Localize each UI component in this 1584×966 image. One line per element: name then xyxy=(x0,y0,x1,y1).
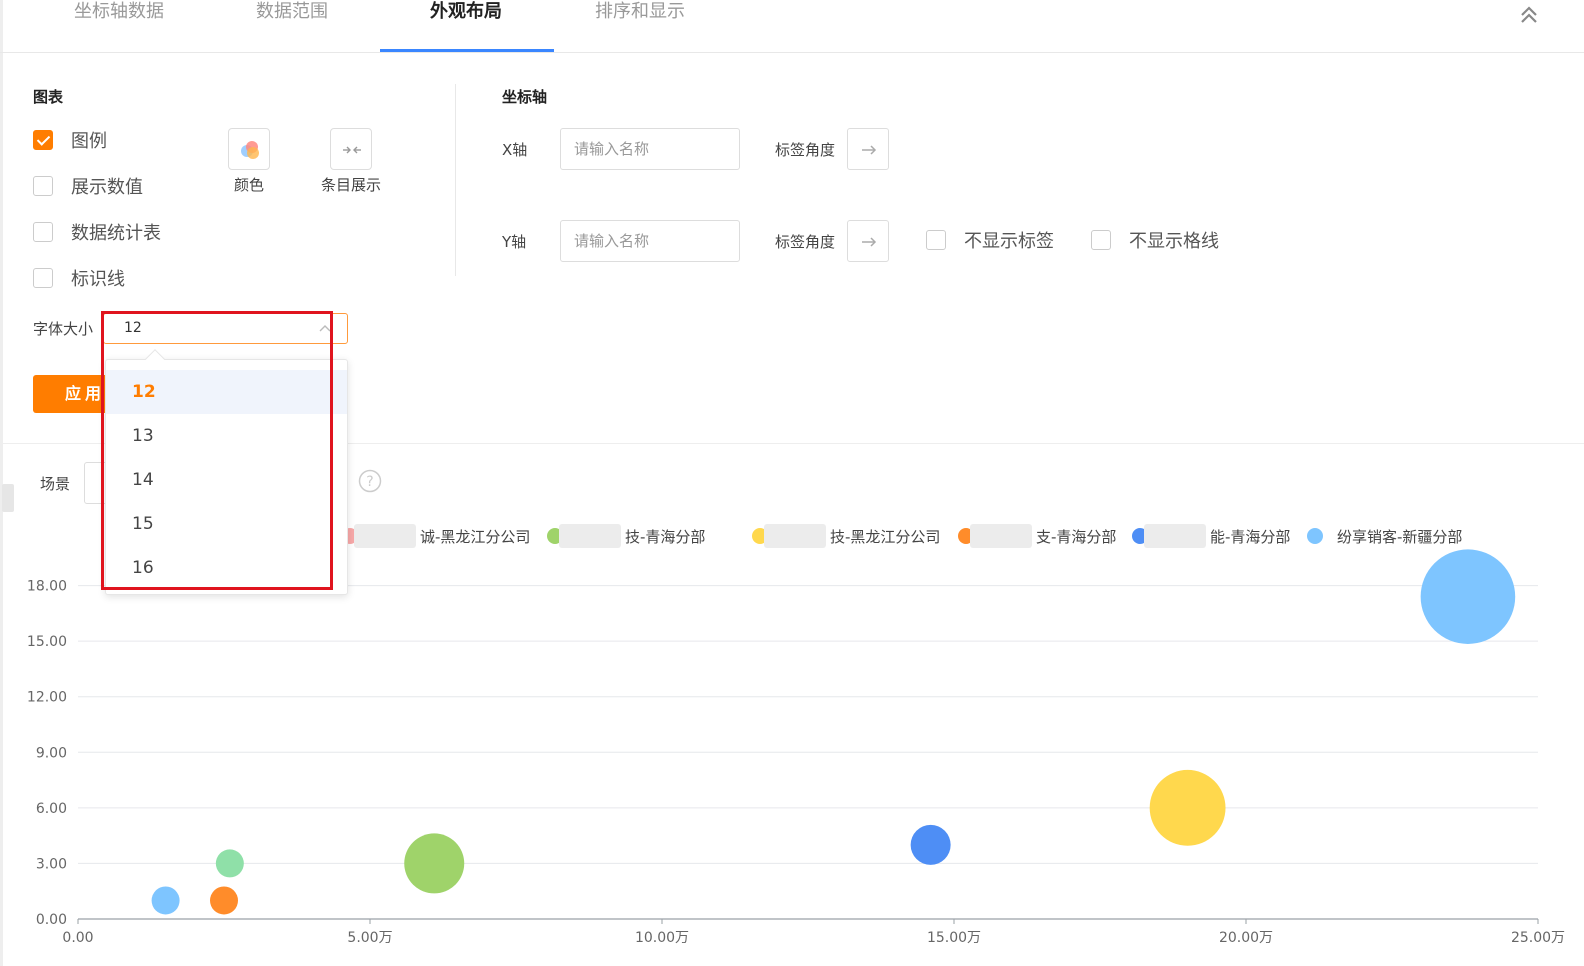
arrow-right-icon xyxy=(862,237,877,247)
hide-grid-checkbox[interactable] xyxy=(1091,230,1111,250)
bubble-point xyxy=(215,849,244,878)
bubble-point xyxy=(151,886,180,915)
section-divider xyxy=(455,84,456,276)
x-tick-label: 15.00万 xyxy=(927,930,981,946)
legend-redaction xyxy=(764,524,826,548)
y-label-angle-button[interactable] xyxy=(847,220,889,262)
legend-label: 技-黑龙江分公司 xyxy=(830,528,940,546)
y-axis-name-input[interactable]: 请输入名称 xyxy=(560,220,740,262)
legend-label: 诚-黑龙江分公司 xyxy=(420,528,530,546)
x-tick-label: 5.00万 xyxy=(347,930,392,946)
chart-section-title: 图表 xyxy=(33,88,64,106)
x-tick-label: 10.00万 xyxy=(635,930,689,946)
legend-label: 技-青海分部 xyxy=(625,528,705,546)
data-table-option[interactable]: 数据统计表 xyxy=(33,221,161,244)
font-size-label: 字体大小 xyxy=(33,320,94,338)
marker-line-label: 标识线 xyxy=(71,269,125,290)
entry-display-button[interactable] xyxy=(330,128,372,170)
hide-labels-label: 不显示标签 xyxy=(964,231,1054,252)
y-tick-label: 0.00 xyxy=(36,912,67,928)
collapse-up-icon[interactable] xyxy=(1518,4,1540,26)
tab-data-range[interactable]: 数据范围 xyxy=(252,0,332,52)
highlight-annotation-box xyxy=(101,311,333,590)
legend-label: 能-青海分部 xyxy=(1210,528,1290,546)
hide-labels-option[interactable]: 不显示标签 xyxy=(926,229,1054,252)
marker-line-checkbox[interactable] xyxy=(33,268,53,288)
hide-grid-option[interactable]: 不显示格线 xyxy=(1091,229,1219,252)
y-tick-label: 12.00 xyxy=(27,690,67,706)
bubble-point xyxy=(910,824,951,865)
legend-redaction xyxy=(970,524,1032,548)
data-table-label: 数据统计表 xyxy=(71,223,161,244)
legend-marker xyxy=(1307,528,1323,544)
y-label-angle-label: 标签角度 xyxy=(775,233,836,251)
legend-option-label: 图例 xyxy=(71,131,107,152)
tab-sort-display[interactable]: 排序和显示 xyxy=(592,0,688,52)
x-tick-label: 25.00万 xyxy=(1511,930,1565,946)
bubble-point xyxy=(1420,549,1516,644)
arrow-right-icon xyxy=(862,145,877,155)
legend-redaction xyxy=(1144,524,1206,548)
marker-line-option[interactable]: 标识线 xyxy=(33,267,125,290)
bubble-point xyxy=(404,833,465,894)
legend-checkbox[interactable] xyxy=(33,130,53,150)
color-palette-icon xyxy=(241,141,259,159)
bubble-point xyxy=(1149,769,1226,846)
x-label-angle-label: 标签角度 xyxy=(775,141,836,159)
color-button[interactable] xyxy=(228,128,270,170)
y-tick-label: 3.00 xyxy=(36,856,67,872)
x-label-angle-button[interactable] xyxy=(847,128,889,170)
legend-redaction xyxy=(354,524,416,548)
legend-label: 纷享销客-新疆分部 xyxy=(1337,528,1462,546)
y-tick-label: 9.00 xyxy=(36,745,67,761)
collapse-arrows-icon xyxy=(343,146,361,154)
active-tab-indicator xyxy=(380,49,554,52)
x-tick-label: 20.00万 xyxy=(1219,930,1273,946)
legend-label: 支-青海分部 xyxy=(1036,528,1116,546)
color-button-label: 颜色 xyxy=(233,176,264,194)
show-values-checkbox[interactable] xyxy=(33,176,53,196)
x-axis-name-input[interactable]: 请输入名称 xyxy=(560,128,740,170)
show-values-label: 展示数值 xyxy=(71,177,143,198)
y-tick-label: 15.00 xyxy=(27,634,67,650)
y-tick-label: 18.00 xyxy=(27,579,67,595)
y-tick-label: 6.00 xyxy=(36,801,67,817)
x-axis-label: X轴 xyxy=(502,141,528,159)
hide-labels-checkbox[interactable] xyxy=(926,230,946,250)
show-values-option[interactable]: 展示数值 xyxy=(33,175,143,198)
tab-appearance-layout[interactable]: 外观布局 xyxy=(420,0,512,52)
hide-grid-label: 不显示格线 xyxy=(1129,231,1219,252)
tab-bar: 坐标轴数据 数据范围 外观布局 排序和显示 xyxy=(0,0,1584,53)
bubble-point xyxy=(210,886,238,915)
data-table-checkbox[interactable] xyxy=(33,222,53,242)
x-tick-label: 0.00 xyxy=(62,930,93,946)
legend-option[interactable]: 图例 xyxy=(33,129,107,152)
axis-section-title: 坐标轴 xyxy=(502,88,548,106)
y-axis-label: Y轴 xyxy=(502,233,527,251)
legend-redaction xyxy=(559,524,621,548)
entry-display-label: 条目展示 xyxy=(320,176,381,194)
tab-axis-data[interactable]: 坐标轴数据 xyxy=(72,0,166,52)
